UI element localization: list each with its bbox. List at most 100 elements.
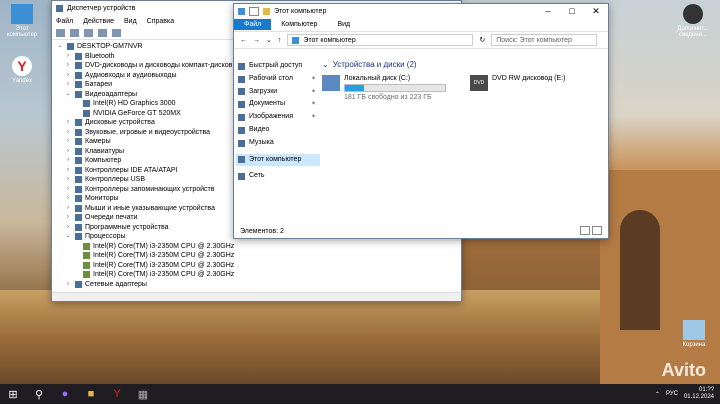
explorer-window[interactable]: Этот компьютер – □ ✕ Файл Компьютер Вид … (233, 3, 609, 239)
drive-c[interactable]: Локальный диск (C:) 181 ГБ свободно из 2… (322, 75, 446, 101)
nav-item[interactable]: Этот компьютер (236, 153, 320, 167)
tab-view[interactable]: Вид (327, 19, 360, 30)
menu-file[interactable]: Файл (56, 18, 73, 25)
chevron-down-icon[interactable]: ⌄ (64, 232, 72, 242)
device-manager-taskbar-icon[interactable]: ▦ (130, 384, 156, 404)
tab-computer[interactable]: Компьютер (271, 19, 327, 30)
minimize-button[interactable]: – (536, 6, 560, 17)
navigation-pane: Быстрый доступ Рабочий стол ✶ Загрузки ✶ Доку… (236, 60, 320, 183)
chevron-up-icon[interactable]: ⌃ (655, 391, 660, 398)
tree-node[interactable]: Intel(R) Core(TM) i3-2350M CPU @ 2.30GHz (56, 251, 461, 261)
nav-item[interactable]: Изображения ✶ (236, 111, 320, 124)
chevron-right-icon[interactable]: › (64, 213, 72, 223)
chevron-right-icon[interactable]: › (64, 118, 72, 128)
details-view-icon[interactable] (580, 226, 590, 235)
forward-icon[interactable] (70, 29, 79, 37)
properties-icon[interactable] (249, 6, 259, 16)
chevron-right-icon[interactable]: › (64, 137, 72, 147)
tree-node[interactable]: Intel(R) Core(TM) i3-2350M CPU @ 2.30GHz (56, 270, 461, 280)
menu-view[interactable]: Вид (124, 18, 137, 25)
device-manager-icon (56, 4, 63, 12)
language-indicator[interactable]: РУС (666, 391, 678, 397)
pin-icon[interactable]: ✶ (311, 86, 316, 99)
tree-node-label: Intel(R) Core(TM) i3-2350M CPU @ 2.30GHz (93, 242, 235, 250)
group-header[interactable]: ⌄ Устройства и диски (2) (322, 60, 600, 69)
tree-node-label: Камеры (85, 138, 111, 145)
nav-item[interactable]: Музыка (236, 137, 320, 150)
pin-icon[interactable]: ✶ (311, 98, 316, 111)
tree-node-label: DESKTOP-GM7NVR (77, 43, 143, 50)
tree-node[interactable]: › Сетевые адаптеры (56, 280, 461, 290)
chevron-right-icon[interactable]: › (64, 156, 72, 166)
chevron-right-icon[interactable]: › (64, 80, 72, 90)
chevron-down-icon[interactable]: ⌄ (266, 36, 272, 44)
search-icon[interactable]: ⚲ (26, 384, 52, 404)
file-explorer-icon[interactable]: ■ (78, 384, 104, 404)
nav-item-label: Видео (249, 125, 270, 133)
device-icon (75, 157, 82, 165)
horizontal-scrollbar[interactable] (52, 292, 461, 301)
chevron-down-icon[interactable]: ⌄ (64, 90, 72, 100)
chevron-right-icon[interactable]: › (64, 175, 72, 185)
menu-action[interactable]: Действие (83, 18, 114, 25)
chevron-right-icon[interactable]: › (64, 71, 72, 81)
yandex-browser-icon[interactable]: Y (104, 384, 130, 404)
desktop-icon-this-pc[interactable]: Этот компьютер (0, 4, 44, 38)
chevron-down-icon[interactable]: ⌄ (56, 42, 64, 52)
nav-item[interactable]: Видео (236, 124, 320, 137)
address-input[interactable]: Этот компьютер (287, 34, 474, 46)
properties-icon[interactable] (84, 29, 93, 37)
nav-item[interactable]: Загрузки ✶ (236, 86, 320, 99)
scan-icon[interactable] (112, 29, 121, 37)
tree-node-label: Bluetooth (85, 52, 115, 60)
clock[interactable]: 01:?? 01.12.2024 (684, 387, 714, 401)
help-icon[interactable] (98, 29, 107, 37)
menu-help[interactable]: Справка (147, 18, 174, 25)
chevron-right-icon[interactable]: › (64, 204, 72, 214)
close-button[interactable]: ✕ (584, 6, 608, 17)
assistant-icon[interactable]: ● (52, 384, 78, 404)
up-arrow-icon[interactable]: ↑ (278, 37, 282, 44)
pin-icon[interactable]: ✶ (311, 73, 316, 86)
tab-file[interactable]: Файл (234, 19, 272, 30)
tree-node[interactable]: Intel(R) Core(TM) i3-2350M CPU @ 2.30GHz (56, 242, 461, 252)
device-icon (83, 261, 90, 269)
nav-item-label: Изображения (249, 113, 293, 121)
device-icon (83, 271, 90, 279)
refresh-icon[interactable]: ↻ (479, 36, 485, 44)
tree-node[interactable]: Intel(R) Core(TM) i3-2350M CPU @ 2.30GHz (56, 261, 461, 271)
desktop-icon-recycle-bin[interactable]: Корзина (672, 320, 716, 348)
nav-item-icon (238, 101, 245, 109)
nav-item[interactable]: Рабочий стол ✶ (236, 73, 320, 86)
chevron-right-icon[interactable]: › (64, 166, 72, 176)
tiles-view-icon[interactable] (592, 226, 602, 235)
chevron-right-icon[interactable]: › (64, 185, 72, 195)
chevron-right-icon[interactable]: › (64, 223, 72, 233)
nav-item[interactable]: Быстрый доступ (236, 60, 320, 73)
desktop-icon-extra[interactable]: Дополнит... сведени... (670, 4, 716, 38)
chevron-right-icon[interactable]: › (64, 52, 72, 62)
nav-item[interactable]: Документы ✶ (236, 98, 320, 111)
device-icon (75, 138, 82, 146)
chevron-right-icon[interactable]: › (64, 194, 72, 204)
chevron-right-icon[interactable]: › (64, 147, 72, 157)
maximize-button[interactable]: □ (560, 6, 584, 17)
chevron-down-icon: ⌄ (322, 60, 329, 69)
back-arrow-icon[interactable]: ← (240, 37, 247, 44)
nav-item-icon (238, 114, 245, 122)
drive-e[interactable]: DVD DVD RW дисковод (E:) (470, 75, 565, 101)
start-button[interactable]: ⊞ (0, 384, 26, 404)
forward-arrow-icon[interactable]: → (253, 37, 260, 44)
chevron-right-icon[interactable]: › (64, 280, 72, 290)
nav-item-icon (238, 75, 245, 83)
desktop-icon-yandex[interactable]: Y Yandex (0, 56, 44, 84)
back-icon[interactable] (56, 29, 65, 37)
nav-item[interactable]: Сеть (236, 170, 320, 183)
device-icon (75, 52, 82, 60)
chevron-right-icon[interactable]: › (64, 61, 72, 71)
folder-icon[interactable] (263, 7, 270, 15)
pin-icon[interactable]: ✶ (311, 111, 316, 124)
search-input[interactable]: Поиск: Этот компьютер (491, 34, 598, 46)
device-icon (75, 119, 82, 127)
chevron-right-icon[interactable]: › (64, 128, 72, 138)
